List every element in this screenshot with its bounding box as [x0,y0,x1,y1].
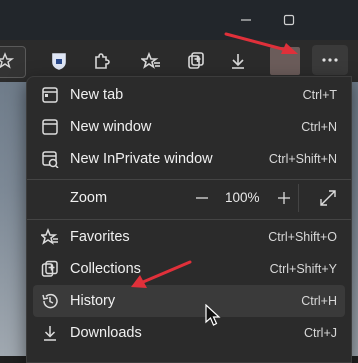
collections-button[interactable] [181,46,211,76]
menu-item-label: New window [70,119,152,135]
favorites-icon [39,227,59,246]
settings-and-more-button[interactable] [312,45,348,75]
menu-item-label: Downloads [70,325,142,341]
downloads-button[interactable] [223,46,253,76]
history-icon [41,292,59,310]
menu-item-new-tab[interactable]: New tab Ctrl+T [33,79,345,111]
extensions-button[interactable] [86,46,116,76]
zoom-value: 100% [225,190,260,205]
menu-item-favorites[interactable]: Favorites Ctrl+Shift+O [33,221,345,253]
favorites-icon [141,51,160,69]
menu-item-shortcut: Ctrl+Shift+N [268,152,337,166]
menu-item-downloads[interactable]: Downloads Ctrl+J [33,317,345,349]
menu-item-label: New InPrivate window [70,151,213,167]
mouse-cursor-icon [205,304,221,326]
favorites-button[interactable] [136,46,166,76]
menu-item-collections[interactable]: Collections Ctrl+Shift+Y [33,253,345,285]
menu-item-shortcut: Ctrl+Shift+O [268,230,337,244]
new-tab-icon [41,86,59,104]
downloads-icon [232,54,244,69]
menu-divider [27,219,351,220]
settings-menu: New tab Ctrl+T New window Ctrl+N New InP… [26,76,352,363]
extension-shield-button[interactable] [44,46,74,76]
inprivate-icon [41,150,59,169]
menu-item-label: Favorites [70,229,130,245]
menu-item-shortcut: Ctrl+J [304,326,337,340]
extension-shield-icon [52,53,66,70]
minus-icon [196,197,208,199]
menu-item-shortcut: Ctrl+H [301,294,337,308]
minimize-icon [241,19,251,21]
menu-item-label: New tab [70,87,124,103]
menu-item-label: Collections [70,261,141,277]
collections-icon [188,52,204,69]
favorites-star-icon [0,52,15,69]
fullscreen-button[interactable] [313,183,343,213]
menu-divider [27,179,351,180]
extensions-puzzle-icon [95,53,110,69]
zoom-label: Zoom [70,190,108,206]
more-dots-icon [322,58,338,62]
menu-item-new-inprivate-window[interactable]: New InPrivate window Ctrl+Shift+N [33,143,345,175]
menu-item-history[interactable]: History Ctrl+H [33,285,345,317]
minimize-button[interactable] [234,8,258,32]
menu-item-new-window[interactable]: New window Ctrl+N [33,111,345,143]
downloads-icon [41,324,59,342]
plus-icon [278,192,290,204]
new-window-icon [41,118,59,136]
collections-icon [41,260,59,278]
title-bar [0,0,358,40]
favorites-star-button[interactable] [0,46,26,78]
zoom-divider [298,184,299,212]
maximize-icon [283,14,295,26]
maximize-button[interactable] [277,8,301,32]
menu-item-shortcut: Ctrl+T [302,88,337,102]
menu-item-shortcut: Ctrl+Shift+Y [269,262,337,276]
zoom-in-button[interactable] [269,183,299,213]
zoom-out-button[interactable] [187,183,217,213]
menu-item-shortcut: Ctrl+N [301,120,337,134]
fullscreen-icon [320,190,336,206]
profile-avatar[interactable] [270,47,300,75]
menu-item-label: History [70,293,116,309]
